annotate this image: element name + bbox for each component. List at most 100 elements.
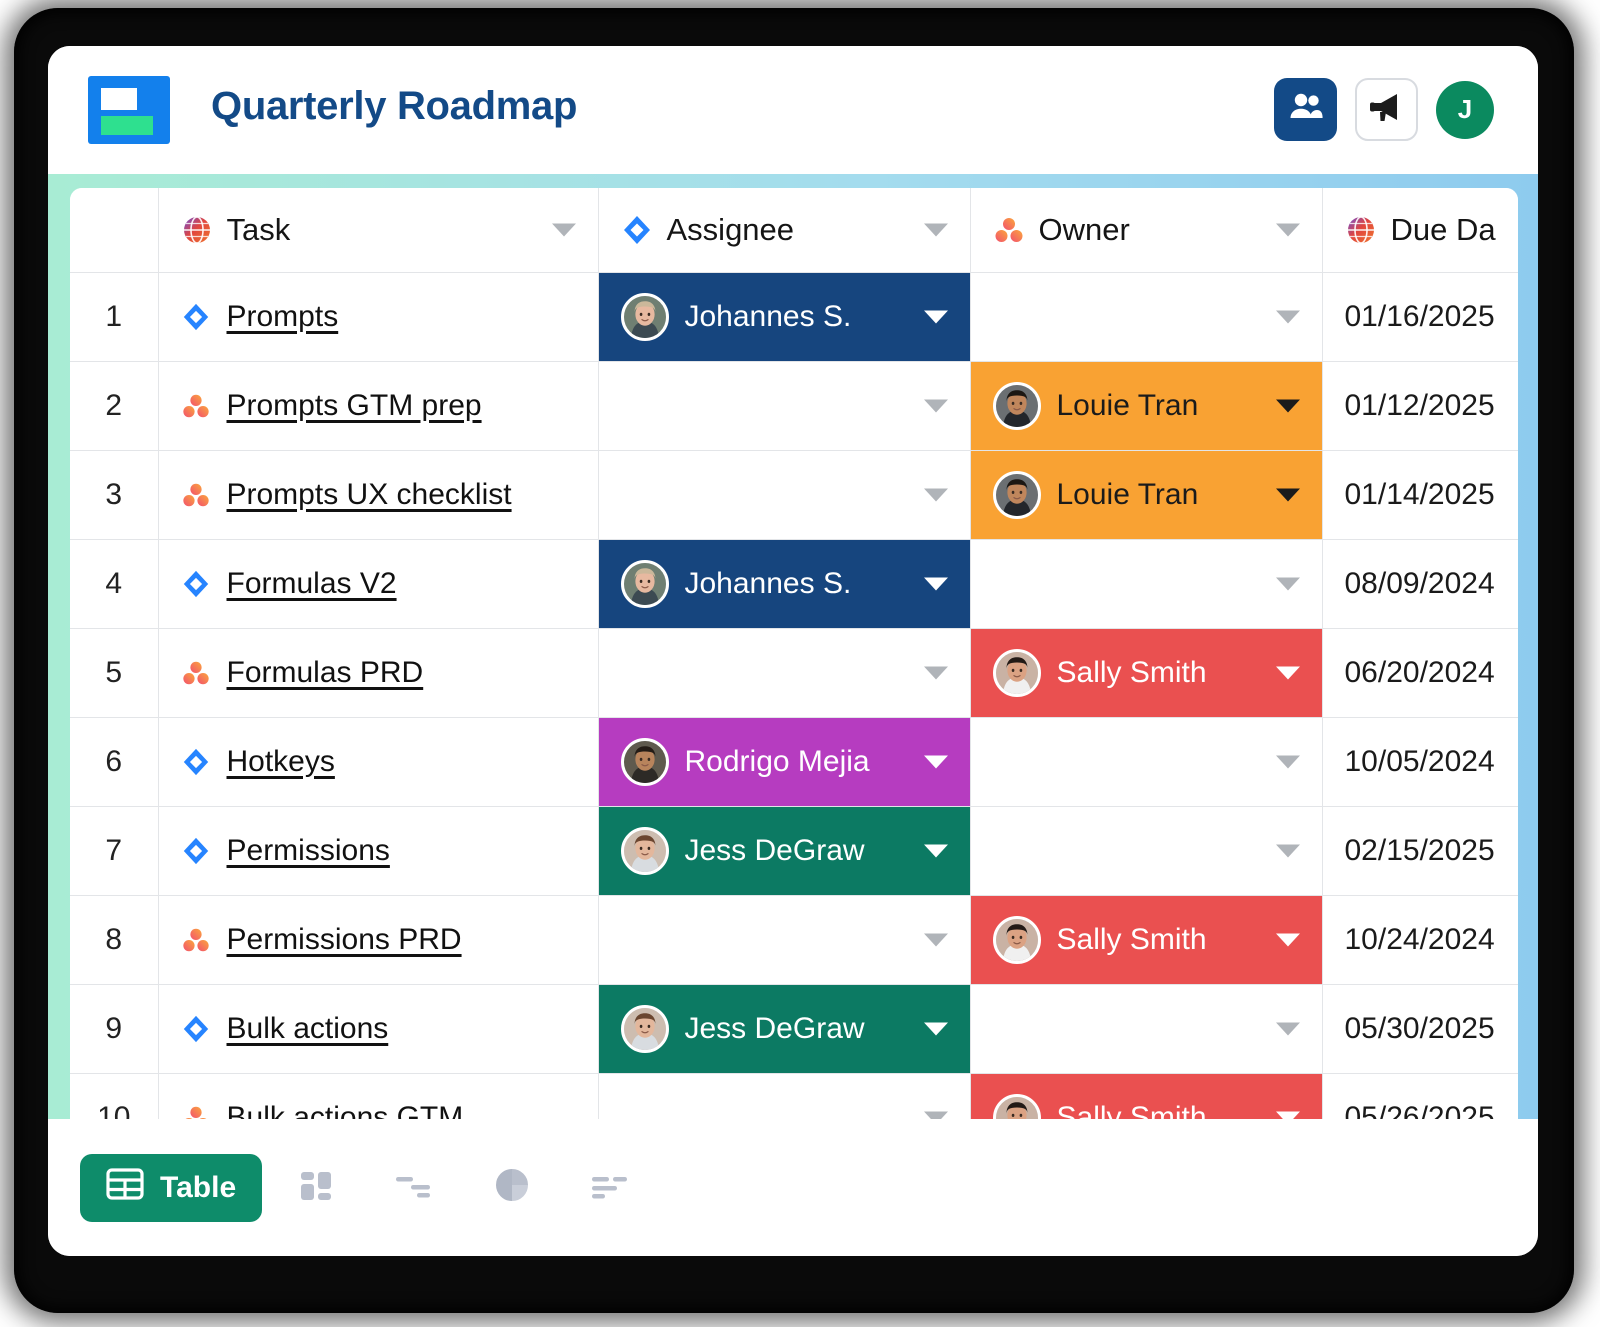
cell-task[interactable]: Prompts [158,272,599,362]
cell-owner[interactable]: Louie Tran [970,361,1323,451]
table-row[interactable]: 4 Formulas V2 Johannes S. 08/09/2024 [70,539,1518,629]
cell-assignee[interactable]: Jess DeGraw [598,984,971,1074]
megaphone-icon [1368,91,1406,128]
cell-assignee[interactable]: Johannes S. [598,539,971,629]
column-header-owner[interactable]: Owner [970,188,1323,273]
cell-assignee-caret[interactable] [923,666,948,679]
table-row[interactable]: 1 Prompts Johannes S. 01/16/2025 [70,272,1518,362]
row-number: 4 [70,539,159,629]
cell-owner[interactable]: Louie Tran [970,450,1323,540]
cell-owner-caret[interactable] [1275,1022,1300,1035]
cell-due-date[interactable]: 05/26/2025 [1322,1073,1518,1121]
cell-assignee[interactable] [598,628,971,718]
cell-due-date[interactable]: 01/14/2025 [1322,450,1518,540]
cell-task[interactable]: Formulas V2 [158,539,599,629]
globe-icon [181,214,213,246]
cell-assignee[interactable] [598,895,971,985]
task-link[interactable]: Permissions PRD [227,923,462,957]
table-row[interactable]: 6 Hotkeys Rodrigo Mejia 10/05/2024 [70,717,1518,807]
cell-due-date[interactable]: 05/30/2025 [1322,984,1518,1074]
cell-assignee[interactable]: Johannes S. [598,272,971,362]
cell-owner-caret[interactable] [1275,488,1300,501]
column-header-task[interactable]: Task [158,188,599,273]
cell-owner-caret[interactable] [1275,844,1300,857]
cell-assignee[interactable] [598,450,971,540]
column-header-assignee-caret[interactable] [923,223,948,237]
announcements-button[interactable] [1355,78,1418,141]
cell-due-date[interactable]: 10/05/2024 [1322,717,1518,807]
task-link[interactable]: Prompts [227,300,339,334]
cell-due-date[interactable]: 01/12/2025 [1322,361,1518,451]
cell-assignee-caret[interactable] [923,755,948,768]
table-body: 1 Prompts Johannes S. 01/16/2025 2 Prompt… [70,272,1518,1121]
cell-owner[interactable] [970,272,1323,362]
table-row[interactable]: 8 Permissions PRD Sally Smith 10/24/2024 [70,895,1518,985]
table-row[interactable]: 10 Bulk actions GTM Sally Smith 05/26/20… [70,1073,1518,1121]
cell-assignee[interactable] [598,361,971,451]
view-tab-timeline[interactable] [386,1160,442,1216]
cell-due-date[interactable]: 06/20/2024 [1322,628,1518,718]
cell-task[interactable]: Permissions PRD [158,895,599,985]
column-header-duedate[interactable]: Due Da [1322,188,1518,273]
cell-owner[interactable] [970,806,1323,896]
cell-assignee[interactable]: Jess DeGraw [598,806,971,896]
cell-due-date[interactable]: 10/24/2024 [1322,895,1518,985]
table-row[interactable]: 5 Formulas PRD Sally Smith 06/20/2024 [70,628,1518,718]
cell-task[interactable]: Permissions [158,806,599,896]
column-header-assignee[interactable]: Assignee [598,188,971,273]
cell-task[interactable]: Hotkeys [158,717,599,807]
task-link[interactable]: Formulas V2 [227,567,397,601]
task-link[interactable]: Prompts GTM prep [227,389,482,423]
cell-task[interactable]: Bulk actions GTM [158,1073,599,1122]
cell-owner[interactable] [970,717,1323,807]
cell-due-date[interactable]: 08/09/2024 [1322,539,1518,629]
share-button[interactable] [1274,78,1337,141]
cell-assignee[interactable] [598,1073,971,1121]
column-header-owner-caret[interactable] [1275,223,1300,237]
user-avatar[interactable]: J [1436,80,1494,139]
cell-task[interactable]: Prompts UX checklist [158,450,599,540]
cell-owner-caret[interactable] [1275,310,1300,323]
table-row[interactable]: 2 Prompts GTM prep Louie Tran 01/12/2025 [70,361,1518,451]
cell-owner-caret[interactable] [1275,577,1300,590]
table-row[interactable]: 3 Prompts UX checklist Louie Tran 01/14/… [70,450,1518,540]
cell-assignee-caret[interactable] [923,1022,948,1035]
cell-owner-caret[interactable] [1275,755,1300,768]
task-link[interactable]: Hotkeys [227,745,335,779]
cell-assignee[interactable]: Rodrigo Mejia [598,717,971,807]
column-header-duedate-label: Due Da [1390,211,1496,247]
cell-assignee-caret[interactable] [923,844,948,857]
column-header-task-caret[interactable] [551,223,576,237]
cell-owner-caret[interactable] [1275,666,1300,679]
cell-assignee-caret[interactable] [923,399,948,412]
task-link[interactable]: Permissions [227,834,390,868]
cell-owner[interactable] [970,984,1323,1074]
cell-task[interactable]: Formulas PRD [158,628,599,718]
cell-assignee-caret[interactable] [923,488,948,501]
view-tab-board[interactable] [288,1160,344,1216]
cell-assignee-caret[interactable] [923,933,948,946]
cell-owner[interactable] [970,539,1323,629]
cell-due-date[interactable]: 02/15/2025 [1322,806,1518,896]
cell-owner[interactable]: Sally Smith [970,1073,1323,1121]
cell-owner-caret[interactable] [1275,933,1300,946]
table-scroll-container[interactable]: Task Assignee Owner Due Da 1 Prompts Joh… [70,188,1518,1121]
cell-assignee-caret[interactable] [923,577,948,590]
cell-owner-caret[interactable] [1275,399,1300,412]
task-link[interactable]: Formulas PRD [227,656,424,690]
cell-task[interactable]: Prompts GTM prep [158,361,599,451]
cell-owner[interactable]: Sally Smith [970,895,1323,985]
cell-due-date[interactable]: 01/16/2025 [1322,272,1518,362]
cell-assignee-caret[interactable] [923,310,948,323]
table-row[interactable]: 9 Bulk actions Jess DeGraw 05/30/2025 [70,984,1518,1074]
column-header-task-label: Task [226,211,291,247]
view-tab-report[interactable] [582,1160,638,1216]
view-tab-table[interactable]: Table [80,1153,263,1222]
view-tab-chart[interactable] [484,1160,540,1216]
task-link[interactable]: Bulk actions GTM [227,1101,464,1122]
cell-owner[interactable]: Sally Smith [970,628,1323,718]
table-row[interactable]: 7 Permissions Jess DeGraw 02/15/2025 [70,806,1518,896]
task-link[interactable]: Prompts UX checklist [227,478,512,512]
cell-task[interactable]: Bulk actions [158,984,599,1074]
task-link[interactable]: Bulk actions [227,1012,389,1046]
